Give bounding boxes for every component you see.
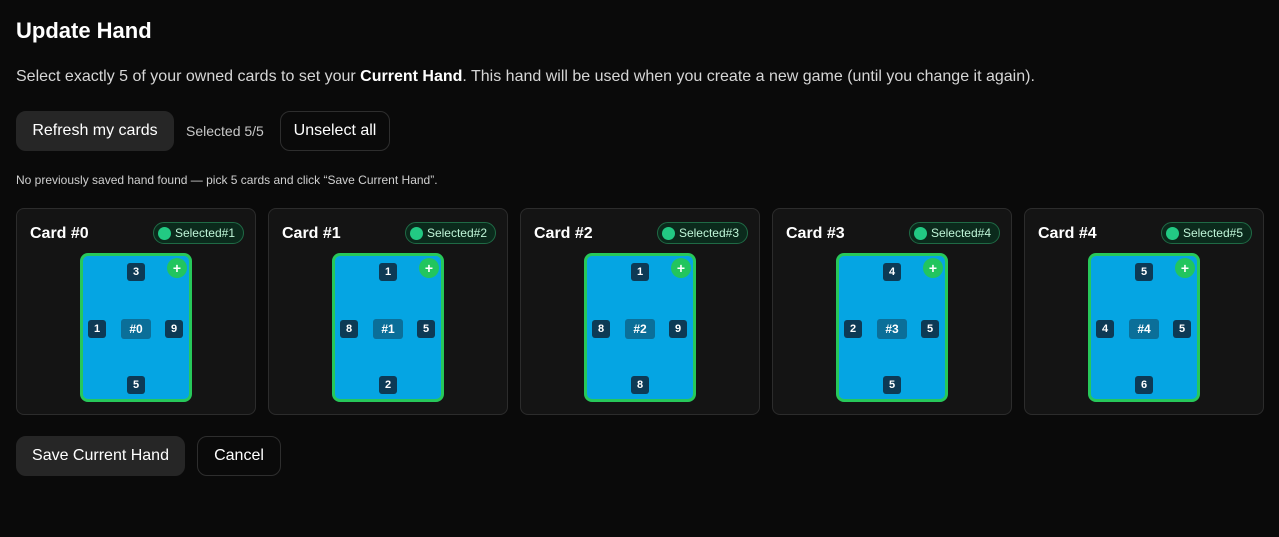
- card-value-bottom: 6: [1135, 376, 1153, 394]
- plus-icon[interactable]: +: [923, 258, 943, 278]
- selected-badge: Selected#4: [908, 222, 1000, 244]
- save-current-hand-button[interactable]: Save Current Hand: [16, 436, 185, 476]
- selected-badge-label: Selected#1: [174, 226, 235, 240]
- card-title: Card #0: [30, 225, 89, 242]
- plus-icon[interactable]: +: [419, 258, 439, 278]
- card-face[interactable]: 1 8 #2 9 8 +: [584, 253, 696, 402]
- card-face[interactable]: 3 1 #0 9 5 +: [80, 253, 192, 402]
- card-title: Card #3: [786, 225, 845, 242]
- selected-badge: Selected#3: [656, 222, 748, 244]
- status-dot-icon: [913, 226, 927, 240]
- card-value-left: 8: [340, 320, 358, 338]
- unselect-all-button[interactable]: Unselect all: [280, 111, 390, 151]
- card-value-left: 1: [88, 320, 106, 338]
- status-dot-icon: [409, 226, 423, 240]
- card-face[interactable]: 5 4 #4 5 6 +: [1088, 253, 1200, 402]
- card-value-bottom: 5: [127, 376, 145, 394]
- card-id-label: #0: [121, 319, 151, 339]
- selected-badge: Selected#5: [1160, 222, 1252, 244]
- status-notice: No previously saved hand found — pick 5 …: [16, 173, 438, 187]
- card-value-bottom: 8: [631, 376, 649, 394]
- card-value-left: 2: [844, 320, 862, 338]
- card-value-bottom: 2: [379, 376, 397, 394]
- intro-text-after: . This hand will be used when you create…: [462, 68, 1035, 85]
- card-value-right: 9: [669, 320, 687, 338]
- card-value-right: 5: [1173, 320, 1191, 338]
- card-id-label: #2: [625, 319, 655, 339]
- card-tile[interactable]: Card #2 Selected#3 1 8 #2 9 8 +: [520, 208, 760, 415]
- page-title: Update Hand: [16, 18, 152, 43]
- card-value-top: 1: [631, 263, 649, 281]
- status-dot-icon: [157, 226, 171, 240]
- card-value-right: 5: [417, 320, 435, 338]
- refresh-cards-button[interactable]: Refresh my cards: [16, 111, 174, 151]
- selected-badge-label: Selected#4: [930, 226, 991, 240]
- card-tile[interactable]: Card #0 Selected#1 3 1 #0 9 5 +: [16, 208, 256, 415]
- selected-badge: Selected#1: [152, 222, 244, 244]
- intro-text-strong: Current Hand: [360, 68, 463, 85]
- selected-badge-label: Selected#5: [1182, 226, 1243, 240]
- card-tile[interactable]: Card #1 Selected#2 1 8 #1 5 2 +: [268, 208, 508, 415]
- plus-icon[interactable]: +: [671, 258, 691, 278]
- intro-text-before: Select exactly 5 of your owned cards to …: [16, 68, 361, 85]
- card-value-top: 5: [1135, 263, 1153, 281]
- card-value-left: 8: [592, 320, 610, 338]
- cancel-button[interactable]: Cancel: [197, 436, 281, 476]
- card-value-left: 4: [1096, 320, 1114, 338]
- status-dot-icon: [1165, 226, 1179, 240]
- card-face[interactable]: 4 2 #3 5 5 +: [836, 253, 948, 402]
- card-title: Card #2: [534, 225, 593, 242]
- card-value-top: 1: [379, 263, 397, 281]
- intro-text: Select exactly 5 of your owned cards to …: [16, 68, 1035, 86]
- card-grid: Card #0 Selected#1 3 1 #0 9 5 + Card #1 …: [16, 208, 1264, 415]
- card-title: Card #4: [1038, 225, 1097, 242]
- plus-icon[interactable]: +: [1175, 258, 1195, 278]
- card-value-top: 4: [883, 263, 901, 281]
- card-value-top: 3: [127, 263, 145, 281]
- card-title: Card #1: [282, 225, 341, 242]
- selected-badge-label: Selected#3: [678, 226, 739, 240]
- status-dot-icon: [661, 226, 675, 240]
- card-id-label: #3: [877, 319, 907, 339]
- selected-badge-label: Selected#2: [426, 226, 487, 240]
- card-tile[interactable]: Card #4 Selected#5 5 4 #4 5 6 +: [1024, 208, 1264, 415]
- plus-icon[interactable]: +: [167, 258, 187, 278]
- card-tile[interactable]: Card #3 Selected#4 4 2 #3 5 5 +: [772, 208, 1012, 415]
- card-id-label: #4: [1129, 319, 1159, 339]
- card-value-right: 5: [921, 320, 939, 338]
- card-value-bottom: 5: [883, 376, 901, 394]
- selected-badge: Selected#2: [404, 222, 496, 244]
- card-face[interactable]: 1 8 #1 5 2 +: [332, 253, 444, 402]
- card-value-right: 9: [165, 320, 183, 338]
- selected-count: Selected 5/5: [186, 123, 264, 139]
- card-id-label: #1: [373, 319, 403, 339]
